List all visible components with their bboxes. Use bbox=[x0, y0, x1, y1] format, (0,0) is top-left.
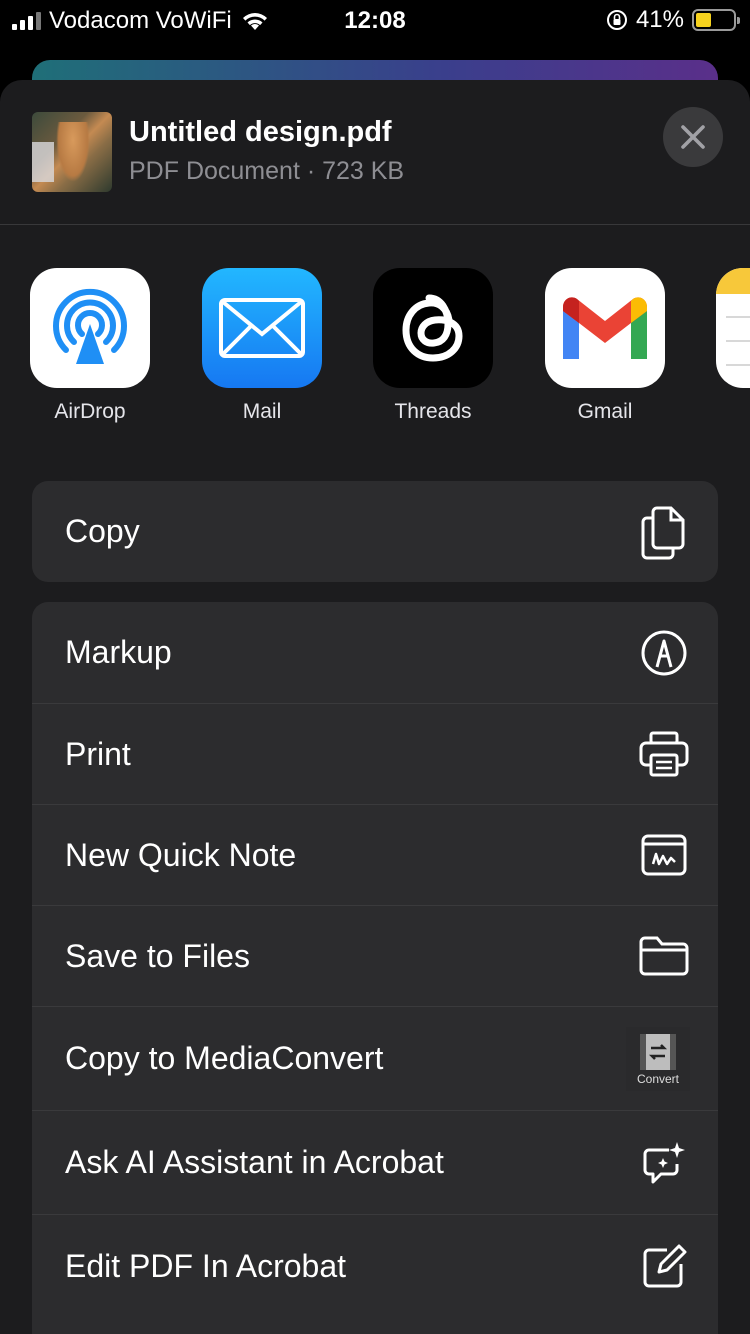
action-copy-to-mediaconvert[interactable]: Copy to MediaConvert Convert bbox=[32, 1006, 718, 1110]
action-label: Copy to MediaConvert bbox=[65, 1040, 384, 1076]
gmail-icon bbox=[545, 268, 665, 388]
app-label-mail: Mail bbox=[242, 400, 282, 423]
app-gmail[interactable]: Gmail bbox=[530, 268, 680, 424]
close-button[interactable] bbox=[663, 107, 723, 167]
action-print[interactable]: Print bbox=[32, 703, 718, 804]
airdrop-icon bbox=[30, 268, 150, 388]
edit-icon bbox=[638, 1241, 690, 1293]
app-label-threads: Threads bbox=[394, 400, 472, 423]
action-edit-pdf-in-acrobat[interactable]: Edit PDF In Acrobat bbox=[32, 1214, 718, 1318]
battery-percent: 41% bbox=[635, 6, 684, 33]
action-label: Markup bbox=[65, 634, 172, 670]
action-label: Ask AI Assistant in Acrobat bbox=[65, 1144, 444, 1180]
action-markup[interactable]: Markup bbox=[32, 602, 718, 703]
mediaconvert-icon: Convert bbox=[626, 1026, 690, 1091]
orientation-lock-icon bbox=[606, 10, 627, 30]
close-icon bbox=[681, 125, 705, 149]
app-mail[interactable]: Mail bbox=[187, 268, 337, 424]
app-notes[interactable]: N bbox=[701, 268, 750, 424]
copy-icon bbox=[638, 506, 690, 559]
file-title: Untitled design.pdf bbox=[129, 116, 392, 148]
app-airdrop[interactable]: AirDrop bbox=[15, 268, 165, 424]
app-label-notes: N bbox=[701, 400, 750, 424]
mediaconvert-caption: Convert bbox=[636, 1071, 680, 1086]
action-ask-ai-assistant[interactable]: Ask AI Assistant in Acrobat bbox=[32, 1110, 718, 1214]
ai-assistant-icon bbox=[638, 1137, 690, 1189]
mail-icon bbox=[202, 268, 322, 388]
app-threads[interactable]: Threads bbox=[358, 268, 508, 424]
app-label-airdrop: AirDrop bbox=[54, 400, 126, 423]
action-label: Print bbox=[65, 735, 131, 772]
app-label-gmail: Gmail bbox=[577, 400, 633, 423]
status-bar: Vodacom VoWiFi 12:08 41% bbox=[0, 0, 750, 42]
action-group-primary: Copy bbox=[32, 481, 718, 582]
action-label: Copy bbox=[65, 513, 140, 549]
action-label: New Quick Note bbox=[65, 836, 297, 873]
action-save-to-files[interactable]: Save to Files bbox=[32, 905, 718, 1006]
action-copy[interactable]: Copy bbox=[32, 481, 718, 582]
action-new-quick-note[interactable]: New Quick Note bbox=[32, 804, 718, 905]
status-right: 41% bbox=[606, 6, 740, 34]
markup-icon bbox=[638, 627, 690, 679]
share-sheet: Untitled design.pdf PDF Document · 723 K… bbox=[0, 80, 750, 1334]
notes-icon bbox=[716, 268, 750, 388]
share-sheet-header: Untitled design.pdf PDF Document · 723 K… bbox=[0, 80, 750, 225]
file-thumbnail bbox=[32, 112, 112, 192]
folder-icon bbox=[638, 930, 690, 982]
threads-icon bbox=[373, 268, 493, 388]
app-row: AirDrop Mail Threads Gmail bbox=[0, 268, 750, 438]
action-label: Edit PDF In Acrobat bbox=[65, 1248, 347, 1284]
action-label: Save to Files bbox=[65, 937, 250, 974]
print-icon bbox=[638, 728, 690, 780]
quick-note-icon bbox=[638, 829, 690, 881]
action-group-main: Markup Print New Quick Note Save to File… bbox=[32, 602, 718, 1334]
file-subtitle: PDF Document · 723 KB bbox=[129, 157, 405, 185]
battery-icon bbox=[692, 9, 740, 31]
